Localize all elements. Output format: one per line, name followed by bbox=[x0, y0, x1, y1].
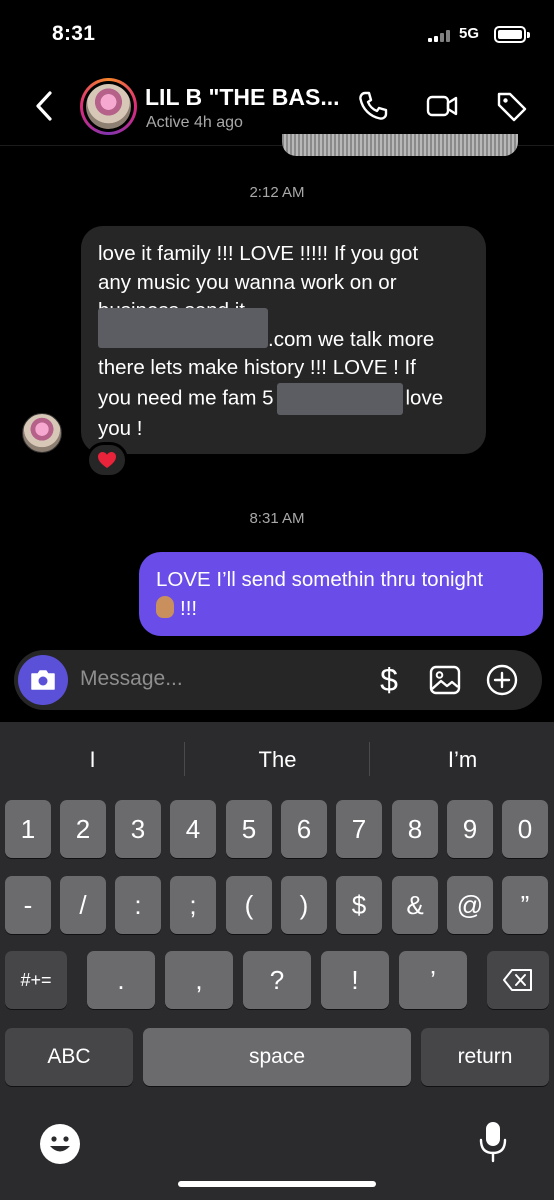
key-comma[interactable]: , bbox=[165, 951, 233, 1009]
emoji-key[interactable] bbox=[40, 1124, 80, 1164]
key-semicolon[interactable]: ; bbox=[170, 876, 216, 934]
message-line: LOVE I’ll send somethin thru tonight bbox=[156, 568, 484, 591]
status-bar: 8:31 5G bbox=[0, 0, 554, 70]
video-call-icon[interactable] bbox=[425, 89, 459, 123]
backspace-icon bbox=[503, 969, 532, 991]
outgoing-message-bubble[interactable]: LOVE I’ll send somethin thru tonight !!! bbox=[139, 552, 543, 636]
key-9[interactable]: 9 bbox=[447, 800, 493, 858]
camera-icon bbox=[31, 670, 55, 690]
suggestion-1[interactable]: I bbox=[0, 722, 185, 798]
camera-button[interactable] bbox=[18, 655, 68, 705]
key-2[interactable]: 2 bbox=[60, 800, 106, 858]
battery-icon bbox=[494, 26, 530, 43]
message-line: love bbox=[405, 386, 444, 409]
back-button[interactable] bbox=[28, 86, 64, 126]
key-open-paren[interactable]: ( bbox=[226, 876, 272, 934]
key-ampersand[interactable]: & bbox=[392, 876, 438, 934]
message-line: any music you wanna work on or bbox=[98, 270, 397, 294]
contact-name[interactable]: LIL B "THE BAS... bbox=[145, 84, 350, 111]
space-key[interactable]: space bbox=[143, 1028, 411, 1086]
message-line: you need me fam 5 bbox=[98, 386, 274, 409]
message-timestamp: 2:12 AM bbox=[249, 184, 305, 201]
incoming-message-bubble[interactable]: love it family !!! LOVE !!!!! If you got… bbox=[81, 226, 486, 454]
phone-icon[interactable] bbox=[356, 89, 390, 123]
key-0[interactable]: 0 bbox=[502, 800, 548, 858]
message-input[interactable] bbox=[80, 664, 300, 694]
key-6[interactable]: 6 bbox=[281, 800, 327, 858]
previous-media-message[interactable] bbox=[282, 134, 518, 156]
gallery-icon[interactable] bbox=[428, 663, 462, 697]
key-colon[interactable]: : bbox=[115, 876, 161, 934]
payment-dollar-button[interactable]: $ bbox=[372, 662, 406, 698]
network-label: 5G bbox=[459, 25, 480, 42]
microphone-icon[interactable] bbox=[478, 1120, 508, 1164]
key-close-paren[interactable]: ) bbox=[281, 876, 327, 934]
redacted-phone bbox=[276, 382, 403, 415]
abc-key[interactable]: ABC bbox=[5, 1028, 133, 1086]
message-line: you ! bbox=[98, 416, 143, 440]
sender-avatar[interactable] bbox=[22, 413, 62, 453]
key-7[interactable]: 7 bbox=[336, 800, 382, 858]
suggestion-3[interactable]: I’m bbox=[370, 722, 554, 798]
emoji-icon bbox=[50, 1136, 70, 1152]
redacted-email bbox=[98, 308, 268, 349]
avatar bbox=[86, 84, 131, 129]
heart-reaction[interactable] bbox=[86, 442, 128, 478]
message-line: !!! bbox=[180, 596, 198, 620]
key-1[interactable]: 1 bbox=[5, 800, 51, 858]
tag-icon[interactable] bbox=[495, 89, 529, 123]
message-line: .com we talk more bbox=[268, 327, 435, 351]
contact-status: Active 4h ago bbox=[146, 114, 243, 131]
key-8[interactable]: 8 bbox=[392, 800, 438, 858]
home-indicator[interactable] bbox=[178, 1181, 376, 1187]
key-hyphen[interactable]: - bbox=[5, 876, 51, 934]
message-line: there lets make history !!! LOVE ! If bbox=[98, 356, 416, 380]
key-exclamation[interactable]: ! bbox=[321, 951, 389, 1009]
chevron-left-icon bbox=[36, 91, 52, 121]
key-4[interactable]: 4 bbox=[170, 800, 216, 858]
key-apostrophe[interactable]: ’ bbox=[399, 951, 467, 1009]
signal-icon bbox=[428, 30, 454, 42]
contact-avatar[interactable] bbox=[80, 78, 137, 135]
key-quote[interactable]: ” bbox=[502, 876, 548, 934]
key-slash[interactable]: / bbox=[60, 876, 106, 934]
add-icon[interactable] bbox=[485, 663, 519, 697]
keyboard: I The I’m 1 2 3 4 5 6 7 8 9 0 - / : ; ( … bbox=[0, 722, 554, 1200]
message-timestamp: 8:31 AM bbox=[249, 510, 305, 527]
key-5[interactable]: 5 bbox=[226, 800, 272, 858]
key-period[interactable]: . bbox=[87, 951, 155, 1009]
message-composer: $ bbox=[14, 650, 542, 710]
symbols-key[interactable]: #+= bbox=[5, 951, 67, 1009]
key-dollar[interactable]: $ bbox=[336, 876, 382, 934]
heart-icon bbox=[98, 452, 116, 468]
backspace-key[interactable] bbox=[487, 951, 549, 1009]
status-time: 8:31 bbox=[52, 22, 96, 45]
message-line: love it family !!! LOVE !!!!! If you got bbox=[98, 242, 419, 265]
return-key[interactable]: return bbox=[421, 1028, 549, 1086]
key-3[interactable]: 3 bbox=[115, 800, 161, 858]
key-question[interactable]: ? bbox=[243, 951, 311, 1009]
crossed-fingers-icon bbox=[156, 595, 174, 618]
key-at[interactable]: @ bbox=[447, 876, 493, 934]
suggestion-2[interactable]: The bbox=[185, 722, 370, 798]
